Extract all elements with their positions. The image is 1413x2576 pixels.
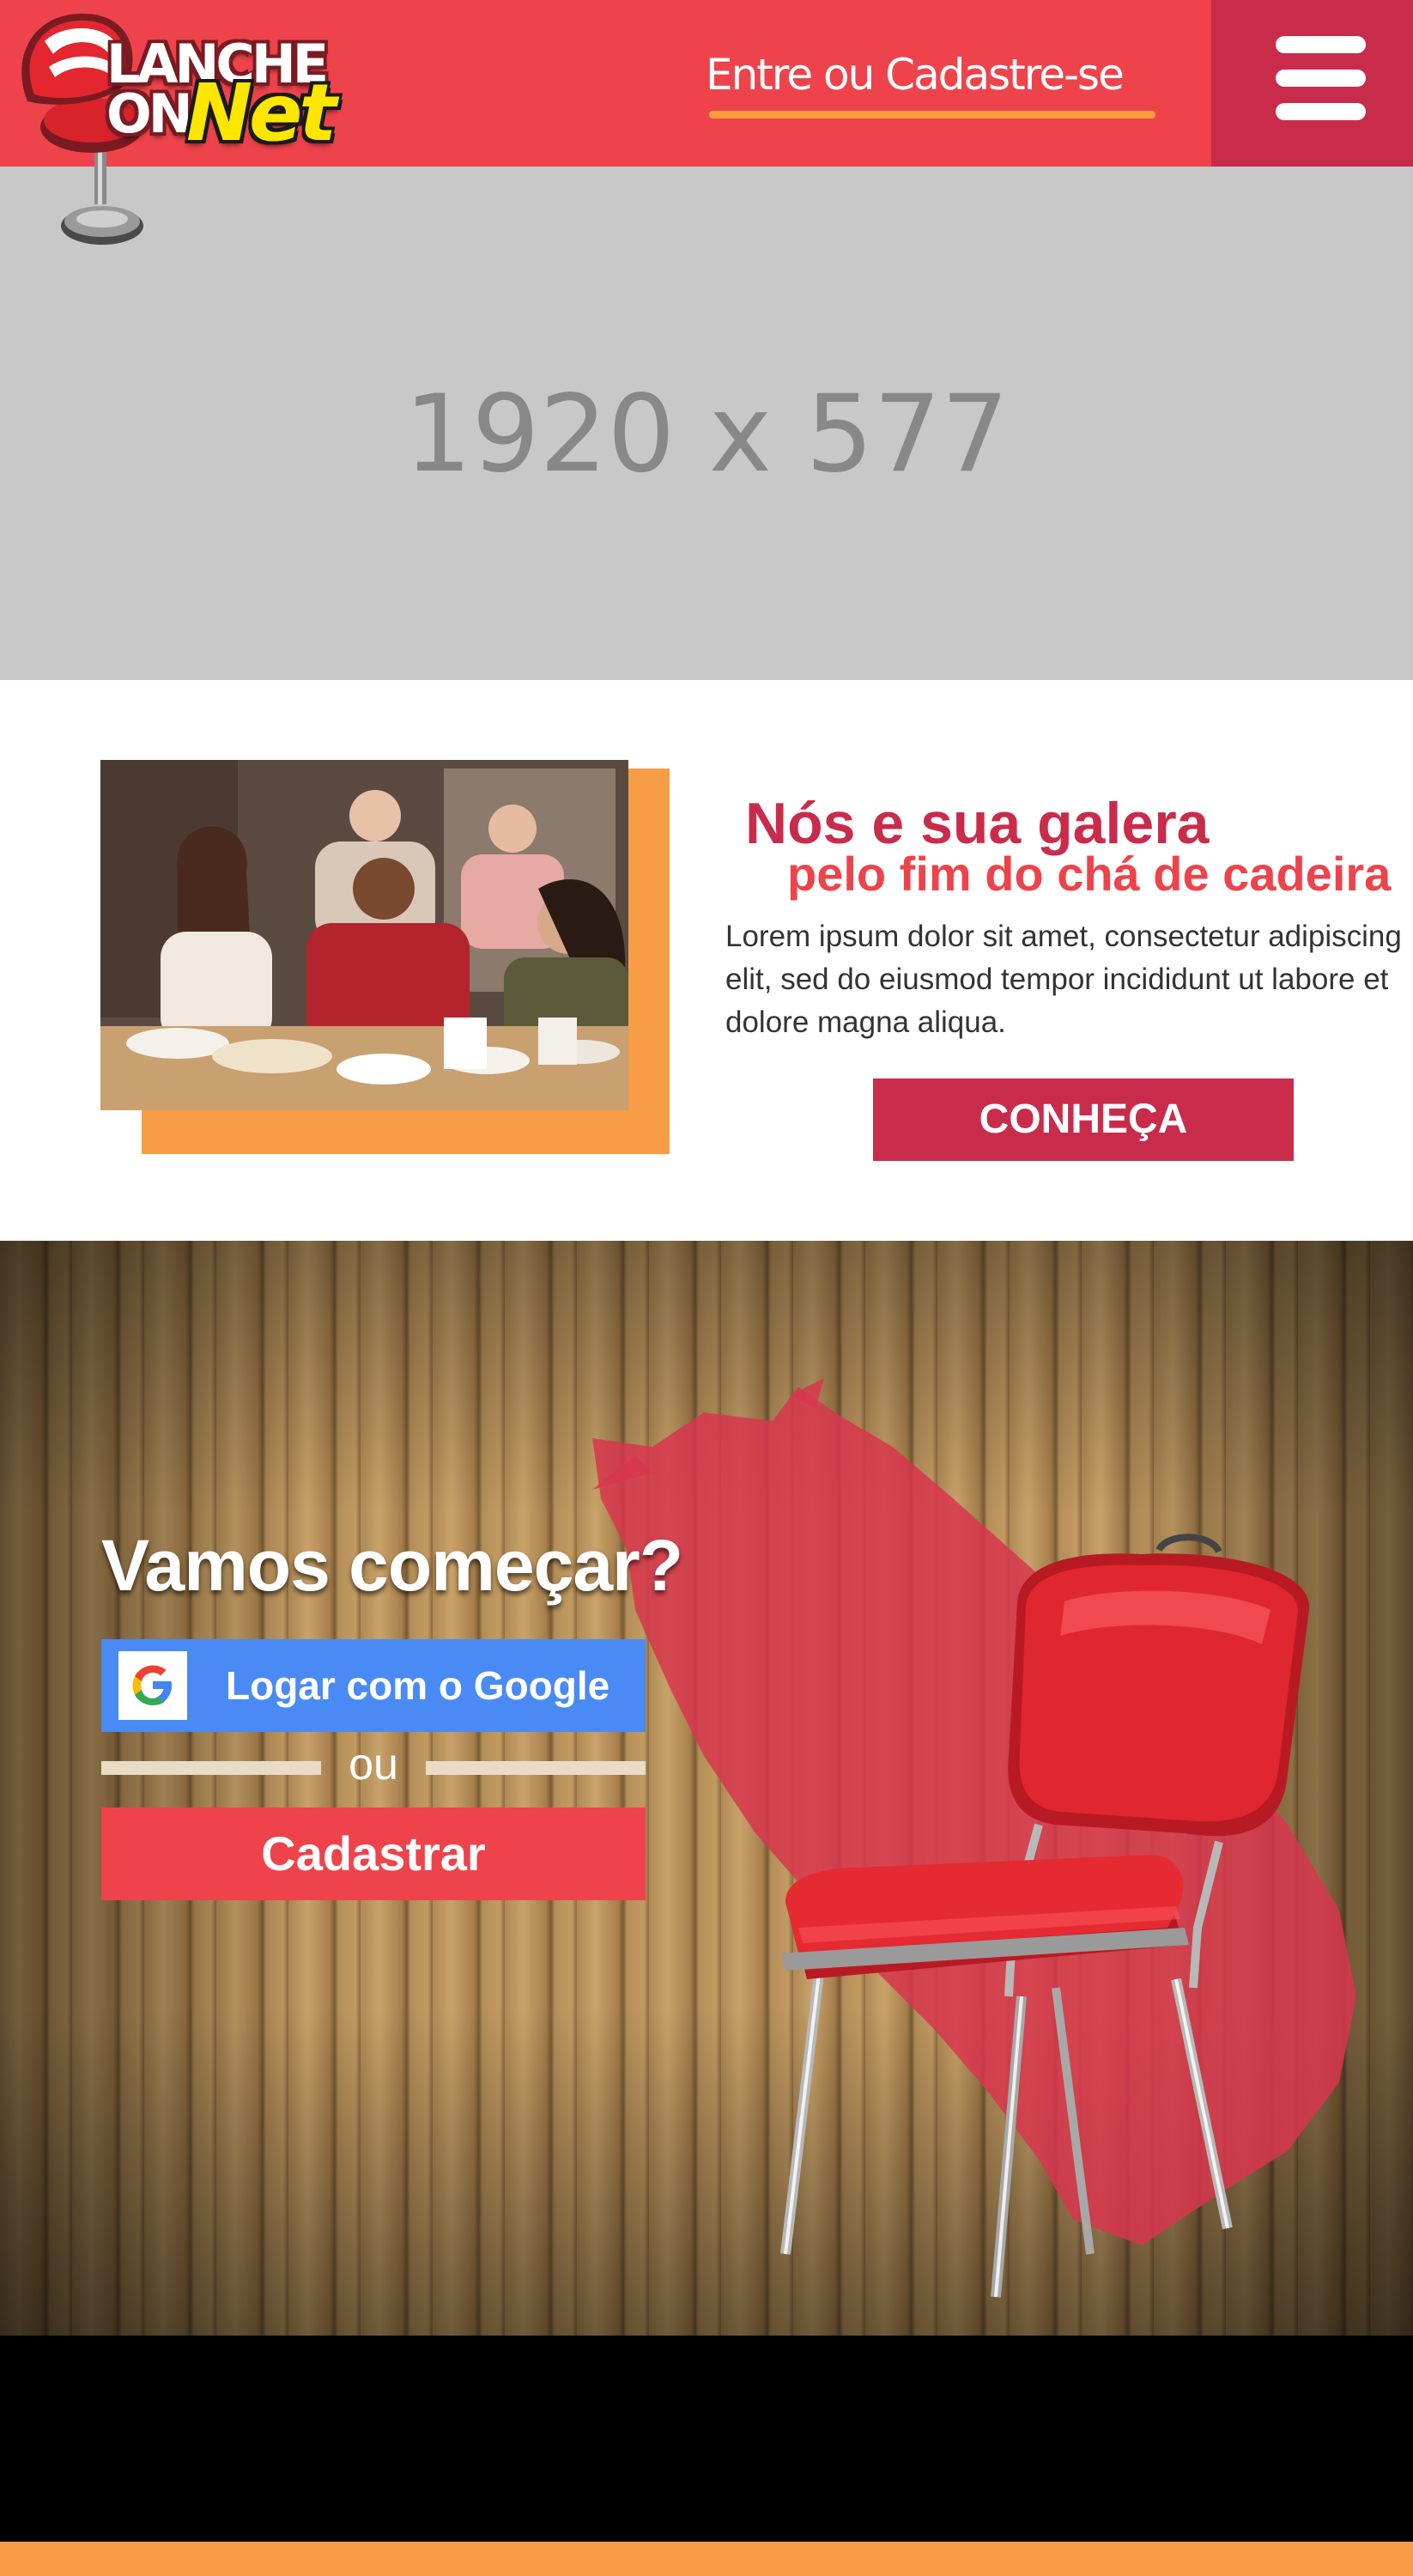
signup-section: Vamos começar? Logar com o Google ou Cad…	[0, 1241, 1413, 2336]
site-footer	[0, 2336, 1413, 2542]
register-button[interactable]: Cadastrar	[101, 1807, 646, 1900]
or-divider-text: ou	[349, 1740, 398, 1789]
about-description: Lorem ipsum dolor sit amet, consectetur …	[725, 920, 1402, 1039]
logo-text-net: Net	[186, 67, 337, 159]
divider-left	[101, 1761, 321, 1775]
about-subtitle: pelo fim do chá de cadeira	[787, 847, 1392, 901]
divider-right	[426, 1761, 646, 1775]
site-logo[interactable]: LANCHE ON Net	[10, 7, 337, 252]
red-chair-image	[780, 1534, 1310, 2298]
hamburger-icon	[1276, 36, 1366, 120]
logo-text-on: ON	[106, 82, 193, 145]
login-link-underline	[709, 111, 1155, 118]
menu-button[interactable]	[1211, 0, 1413, 167]
google-login-label: Logar com o Google	[226, 1663, 610, 1708]
learn-more-button[interactable]: CONHEÇA	[873, 1078, 1294, 1161]
google-login-button[interactable]: Logar com o Google	[101, 1639, 646, 1732]
footer-accent-stripe	[0, 2542, 1413, 2576]
hero-placeholder-text: 1920 x 577	[403, 373, 1010, 496]
google-icon	[118, 1651, 187, 1720]
login-signup-link[interactable]: Entre ou Cadastre-se	[706, 50, 1125, 100]
friends-eating-photo	[100, 760, 628, 1110]
signup-title: Vamos começar?	[101, 1525, 683, 1606]
